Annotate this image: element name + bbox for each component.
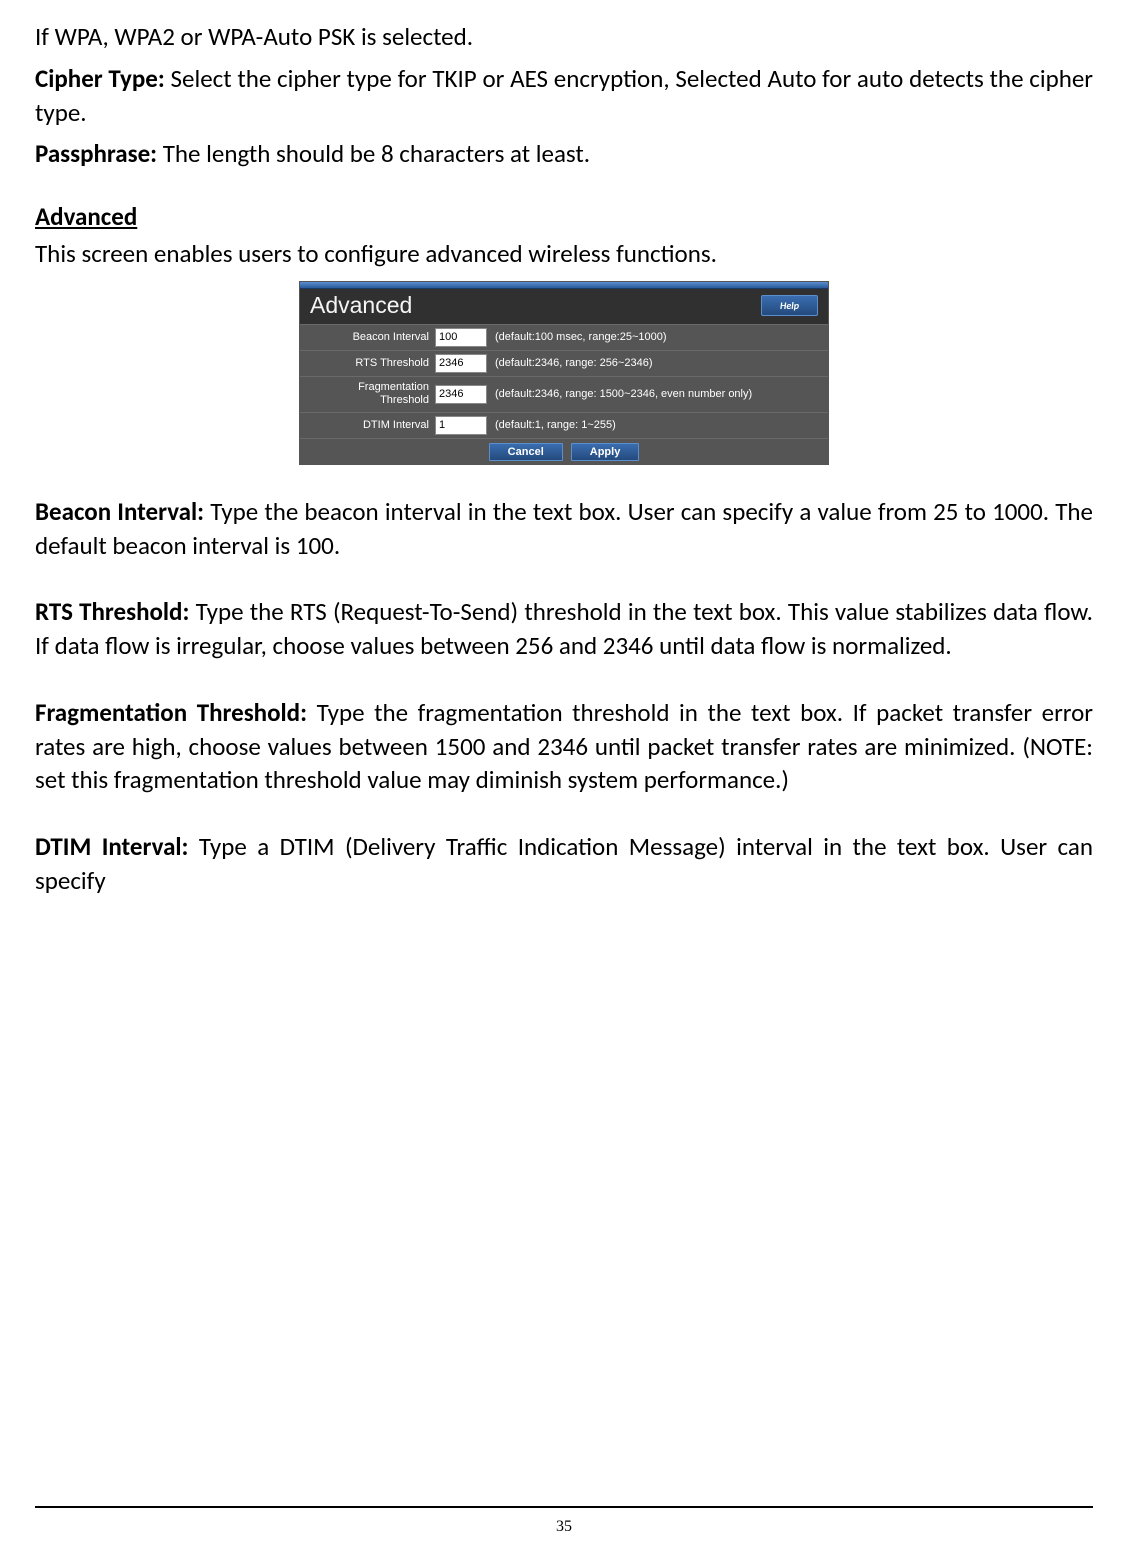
rts-threshold-hint: (default:2346, range: 256~2346): [487, 357, 653, 369]
wpa-condition-text: If WPA, WPA2 or WPA-Auto PSK is selected…: [35, 20, 1093, 54]
rts-threshold-desc: RTS Threshold: Type the RTS (Request-To-…: [35, 595, 1093, 663]
beacon-interval-input[interactable]: [435, 328, 487, 347]
panel-header: Advanced Help: [300, 289, 828, 324]
fragmentation-threshold-label: FragmentationThreshold: [300, 381, 435, 407]
panel-titlebar: [300, 282, 828, 289]
fragmentation-threshold-input[interactable]: [435, 385, 487, 404]
footer-divider: [35, 1506, 1093, 1508]
dtim-interval-hint: (default:1, range: 1~255): [487, 419, 616, 431]
dtim-interval-desc: DTIM Interval: Type a DTIM (Delivery Tra…: [35, 830, 1093, 898]
page-number: 35: [0, 1518, 1128, 1536]
rts-threshold-desc-label: RTS Threshold:: [35, 596, 189, 627]
dtim-interval-input[interactable]: [435, 416, 487, 435]
beacon-interval-desc: Beacon Interval: Type the beacon interva…: [35, 495, 1093, 563]
cipher-type-text: Select the cipher type for TKIP or AES e…: [35, 63, 1093, 128]
beacon-interval-label: Beacon Interval: [300, 331, 435, 344]
cipher-type-label: Cipher Type:: [35, 63, 165, 94]
rts-threshold-row: RTS Threshold (default:2346, range: 256~…: [300, 350, 828, 376]
advanced-heading: Advanced: [35, 201, 1093, 232]
beacon-interval-hint: (default:100 msec, range:25~1000): [487, 331, 667, 343]
rts-threshold-label: RTS Threshold: [300, 357, 435, 370]
beacon-interval-row: Beacon Interval (default:100 msec, range…: [300, 324, 828, 350]
rts-threshold-desc-text: Type the RTS (Request-To-Send) threshold…: [35, 596, 1093, 661]
apply-button[interactable]: Apply: [571, 443, 640, 461]
dtim-interval-label: DTIM Interval: [300, 419, 435, 432]
fragmentation-threshold-row: FragmentationThreshold (default:2346, ra…: [300, 376, 828, 412]
beacon-interval-desc-label: Beacon Interval:: [35, 496, 204, 527]
dtim-interval-row: DTIM Interval (default:1, range: 1~255): [300, 412, 828, 438]
dtim-interval-desc-label: DTIM Interval:: [35, 831, 188, 862]
panel-title: Advanced: [310, 292, 412, 319]
advanced-intro: This screen enables users to configure a…: [35, 237, 1093, 271]
passphrase-text: The length should be 8 characters at lea…: [157, 138, 590, 169]
help-button[interactable]: Help: [761, 295, 818, 316]
advanced-panel: Advanced Help Beacon Interval (default:1…: [299, 281, 829, 465]
cipher-type-para: Cipher Type: Select the cipher type for …: [35, 62, 1093, 130]
passphrase-para: Passphrase: The length should be 8 chara…: [35, 137, 1093, 171]
dtim-interval-desc-text: Type a DTIM (Delivery Traffic Indication…: [35, 831, 1093, 896]
fragmentation-threshold-desc-label: Fragmentation Threshold:: [35, 697, 307, 728]
fragmentation-threshold-hint: (default:2346, range: 1500~2346, even nu…: [487, 388, 752, 400]
cancel-button[interactable]: Cancel: [489, 443, 563, 461]
rts-threshold-input[interactable]: [435, 354, 487, 373]
panel-button-row: Cancel Apply: [300, 438, 828, 464]
fragmentation-threshold-desc: Fragmentation Threshold: Type the fragme…: [35, 696, 1093, 797]
passphrase-label: Passphrase:: [35, 138, 157, 169]
